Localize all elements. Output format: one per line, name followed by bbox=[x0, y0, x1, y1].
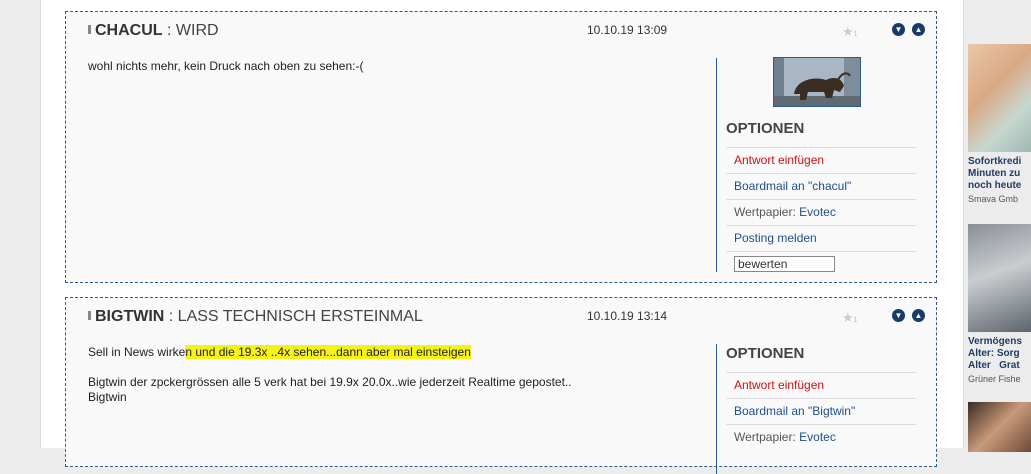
divider bbox=[716, 344, 717, 474]
ad-source: Grüner Fishe bbox=[968, 374, 1021, 384]
header-separator: : bbox=[164, 308, 178, 325]
star-count: 1 bbox=[853, 317, 858, 324]
star-icon[interactable]: ★1 bbox=[842, 310, 858, 326]
rate-select[interactable] bbox=[734, 256, 835, 272]
post-marker-icon bbox=[88, 311, 91, 320]
divider bbox=[716, 58, 717, 272]
wertpapier-link[interactable]: Evotec bbox=[799, 205, 836, 219]
post-author[interactable]: BIGTWIN bbox=[95, 308, 164, 325]
arrow-down-circle-icon[interactable]: ▼ bbox=[892, 309, 905, 322]
wertpapier-link[interactable]: Evotec bbox=[799, 430, 836, 444]
options-panel: OPTIONEN Antwort einfügen Boardmail an "… bbox=[726, 345, 916, 450]
arrow-down-circle-icon[interactable]: ▼ bbox=[892, 23, 905, 36]
wertpapier-label: Wertpapier: bbox=[734, 205, 800, 219]
wertpapier-row: Wertpapier: Evotec bbox=[726, 424, 916, 450]
ad-title-line[interactable]: noch heute bbox=[968, 180, 1031, 192]
post-title: WIRD bbox=[175, 22, 219, 39]
reply-link[interactable]: Antwort einfügen bbox=[726, 147, 916, 173]
post-body-line: Sell in News wirken und die 19.3x ..4x s… bbox=[88, 345, 572, 360]
options-heading: OPTIONEN bbox=[726, 345, 805, 362]
forum-post: BIGTWIN : LASS TECHNISCH ERSTEINMAL 10.1… bbox=[65, 297, 937, 474]
highlighted-text: n und die 19.3x ..4x sehen...dann aber m… bbox=[185, 345, 471, 359]
post-header: BIGTWIN : LASS TECHNISCH ERSTEINMAL bbox=[88, 308, 423, 326]
report-post-link[interactable]: Posting melden bbox=[726, 225, 916, 251]
header-separator: : bbox=[162, 22, 176, 39]
star-count: 1 bbox=[853, 31, 858, 38]
post-header: CHACUL : WIRD bbox=[88, 22, 219, 40]
star-icon[interactable]: ★1 bbox=[842, 24, 858, 40]
options-panel: OPTIONEN Antwort einfügen Boardmail an "… bbox=[726, 120, 916, 277]
ad-tile[interactable]: Vermögens Alter: Sorg Alter Grat Grüner … bbox=[968, 224, 1031, 384]
post-author[interactable]: CHACUL bbox=[95, 22, 163, 39]
ad-title-line[interactable]: Sofortkredi bbox=[968, 156, 1031, 168]
post-body-line: wohl nichts mehr, kein Druck nach oben z… bbox=[88, 59, 364, 73]
arrow-up-circle-icon[interactable]: ▲ bbox=[912, 23, 925, 36]
ad-title-line[interactable]: Alter Grat bbox=[968, 360, 1031, 372]
wertpapier-label: Wertpapier: bbox=[734, 430, 800, 444]
ad-image[interactable] bbox=[968, 44, 1031, 152]
post-body-text: Sell in News wirke bbox=[88, 345, 186, 359]
arrow-up-circle-icon[interactable]: ▲ bbox=[912, 309, 925, 322]
options-heading: OPTIONEN bbox=[726, 120, 805, 137]
post-body-line: Bigtwin der zpckergrössen alle 5 verk ha… bbox=[88, 375, 572, 389]
forum-post: CHACUL : WIRD 10.10.19 13:09 ★1 ▼ ▲ wohl… bbox=[65, 11, 937, 283]
boardmail-link[interactable]: Boardmail an "chacul" bbox=[726, 173, 916, 199]
post-date: 10.10.19 13:09 bbox=[587, 23, 668, 37]
ad-image[interactable] bbox=[968, 224, 1031, 332]
post-date: 10.10.19 13:14 bbox=[587, 309, 668, 323]
ad-tile[interactable]: Sofortkredi Minuten zu noch heute Smava … bbox=[968, 44, 1031, 204]
post-title: LASS TECHNISCH ERSTEINMAL bbox=[177, 308, 423, 325]
user-avatar[interactable] bbox=[773, 57, 861, 107]
post-body: wohl nichts mehr, kein Druck nach oben z… bbox=[88, 59, 363, 74]
post-body-line: Bigtwin bbox=[88, 390, 127, 404]
wertpapier-row: Wertpapier: Evotec bbox=[726, 199, 916, 225]
bull-image bbox=[774, 58, 860, 106]
ad-image[interactable] bbox=[968, 402, 1031, 452]
content-page: CHACUL : WIRD 10.10.19 13:09 ★1 ▼ ▲ wohl… bbox=[40, 0, 964, 474]
post-body: Sell in News wirken und die 19.3x ..4x s… bbox=[88, 345, 572, 405]
ad-title-line[interactable]: Vermögens bbox=[968, 336, 1031, 348]
ad-title-line[interactable]: Alter: Sorg bbox=[968, 348, 1031, 360]
reply-link[interactable]: Antwort einfügen bbox=[726, 372, 916, 398]
boardmail-link[interactable]: Boardmail an "Bigtwin" bbox=[726, 398, 916, 424]
ad-tile[interactable] bbox=[968, 402, 1031, 452]
post-marker-icon bbox=[88, 25, 91, 34]
ad-title-line[interactable]: Minuten zu bbox=[968, 168, 1031, 180]
ad-source: Smava Gmb bbox=[968, 194, 1019, 204]
rating-row bbox=[726, 251, 916, 277]
